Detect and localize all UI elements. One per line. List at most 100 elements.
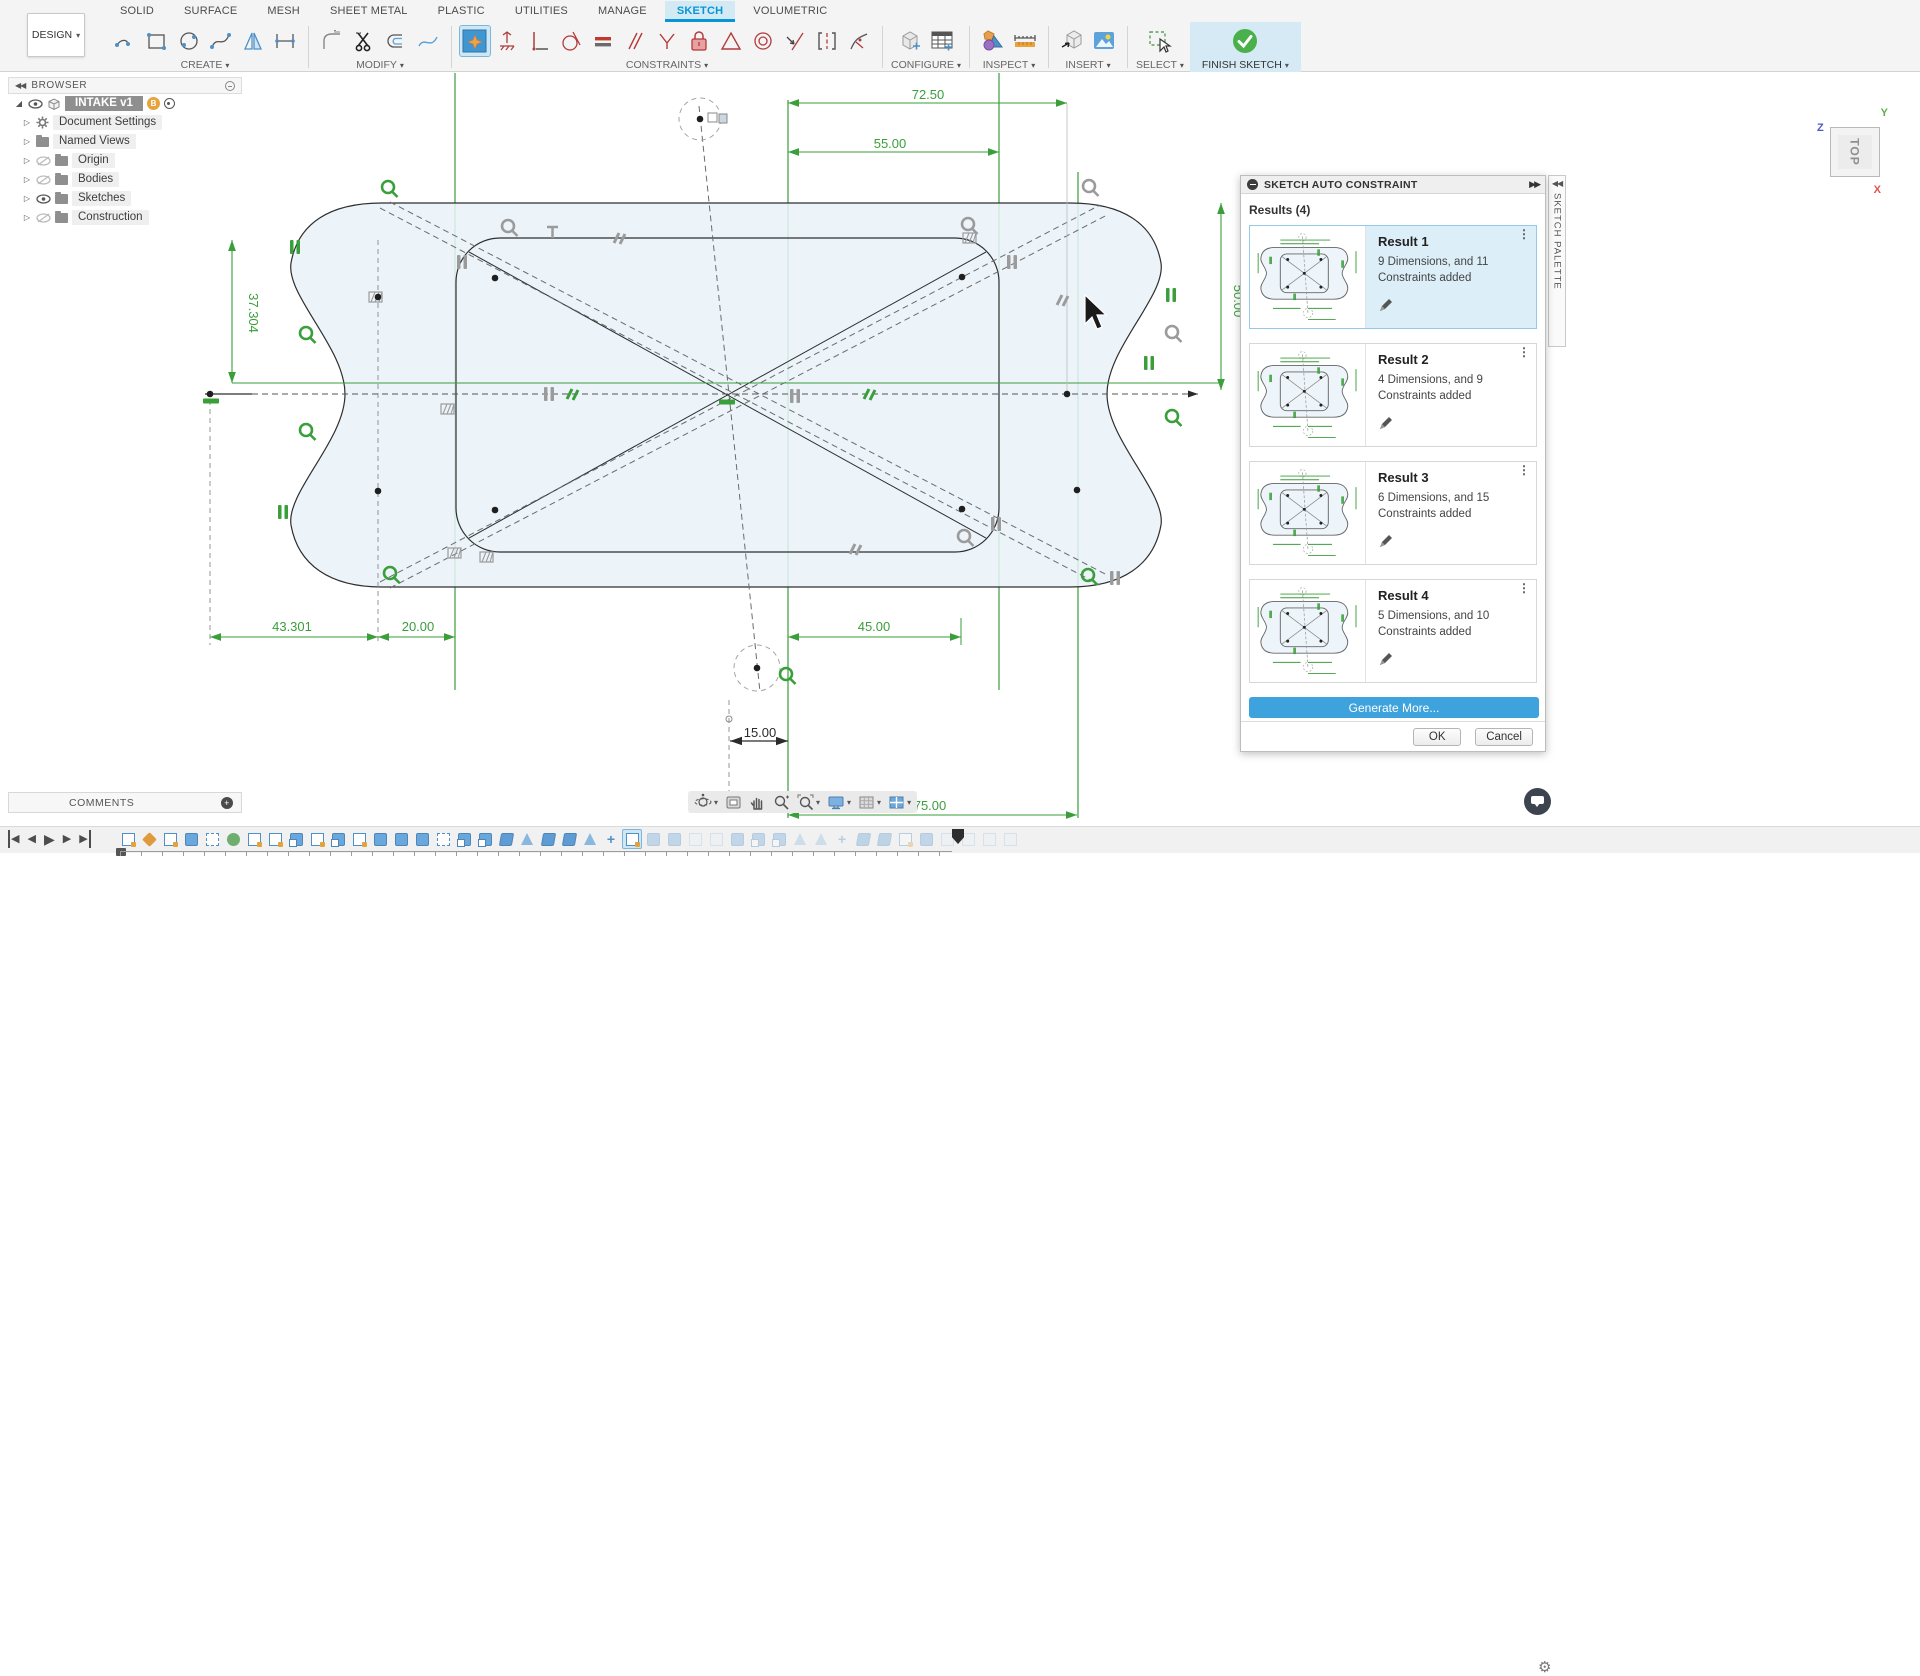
display-settings[interactable]: ▾ (827, 794, 851, 811)
timeline-feature-sketch[interactable] (244, 829, 264, 849)
grid-settings[interactable]: ▾ (858, 794, 881, 811)
constraints-dropdown[interactable]: CONSTRAINTS▾ (626, 59, 708, 71)
sketch-canvas[interactable]: 72.50 55.00 37.304 50.00 43.301 20.00 45… (0, 0, 1920, 1051)
result-card-3[interactable]: Result 3 ⋮ 6 Dimensions, and 15 Constrai… (1249, 461, 1537, 565)
eye-off-icon[interactable] (36, 175, 51, 185)
add-comment-icon[interactable]: + (221, 797, 233, 809)
timeline-gear-icon[interactable]: ⚙ (1538, 1658, 1551, 1676)
edit-pencil-icon[interactable] (1378, 533, 1394, 554)
help-chat-button[interactable] (1524, 788, 1551, 815)
timeline-feature-sketch[interactable] (895, 829, 915, 849)
timeline-feature-sketch[interactable] (307, 829, 327, 849)
timeline-feature-copy[interactable] (286, 829, 306, 849)
timeline-feature-sketch[interactable] (160, 829, 180, 849)
timeline-feature-doc[interactable] (1000, 829, 1020, 849)
skip-to-end-icon[interactable]: ▶ (79, 830, 90, 848)
fillet-tool-icon[interactable] (317, 26, 347, 56)
generate-more-button[interactable]: Generate More... (1249, 697, 1539, 718)
edit-pencil-icon[interactable] (1378, 297, 1394, 318)
viewports[interactable]: ▾ (888, 794, 911, 811)
activate-radio-icon[interactable] (164, 98, 175, 109)
timeline-feature-solid[interactable] (559, 829, 579, 849)
vertical-horizontal-constraint-icon[interactable] (524, 26, 554, 56)
timeline-feature-mirror[interactable] (517, 829, 537, 849)
insert-dropdown[interactable]: INSERT▾ (1065, 59, 1110, 71)
orbit-tool[interactable]: ▾ (694, 793, 718, 811)
ok-button[interactable]: OK (1413, 728, 1461, 746)
kebab-menu-icon[interactable]: ⋮ (1518, 586, 1528, 591)
kebab-menu-icon[interactable]: ⋮ (1518, 350, 1528, 355)
timeline-feature-copy[interactable] (454, 829, 474, 849)
tab-utilities[interactable]: UTILITIES (503, 1, 580, 22)
equal-constraint-icon[interactable] (588, 26, 618, 56)
result-card-1[interactable]: Result 1 ⋮ 9 Dimensions, and 11 Constrai… (1249, 225, 1537, 329)
timeline-feature-pattern[interactable] (433, 829, 453, 849)
kebab-menu-icon[interactable]: ⋮ (1518, 232, 1528, 237)
play-icon[interactable]: ▶ (44, 830, 55, 848)
timeline-feature-extrude[interactable] (370, 829, 390, 849)
timeline-feature-solid[interactable] (496, 829, 516, 849)
timeline-feature-sketch[interactable] (118, 829, 138, 849)
polygon-constraint-icon[interactable] (716, 26, 746, 56)
tab-sketch[interactable]: SKETCH (665, 1, 735, 22)
comments-bar[interactable]: COMMENTS + (8, 792, 242, 813)
skip-to-start-icon[interactable]: ◀ (8, 830, 19, 848)
expand-icon[interactable]: ▷ (22, 118, 32, 127)
timeline-feature-copy[interactable] (769, 829, 789, 849)
insert-derive-icon[interactable] (1057, 26, 1087, 56)
midpoint-constraint-icon[interactable] (780, 26, 810, 56)
configure-dropdown[interactable]: CONFIGURE▾ (891, 59, 961, 71)
edit-spline-icon[interactable] (413, 26, 443, 56)
browser-item-named-views[interactable]: ▷ Named Views (8, 132, 242, 151)
viewcube[interactable]: TOP Z Y X (1830, 127, 1880, 177)
ground-constraint-icon[interactable] (492, 26, 522, 56)
browser-item-sketches[interactable]: ▷ Sketches (8, 189, 242, 208)
step-back-icon[interactable]: ◀ (27, 830, 35, 848)
expand-icon[interactable]: ▷ (22, 194, 32, 203)
timeline-track[interactable] (120, 851, 952, 856)
eye-off-icon[interactable] (36, 156, 51, 166)
pan-tool[interactable] (749, 794, 766, 811)
spline-tool-icon[interactable] (206, 26, 236, 56)
timeline-feature-mirror[interactable] (790, 829, 810, 849)
dialog-collapse-icon[interactable] (1247, 179, 1258, 190)
timeline-feature-extrude[interactable] (391, 829, 411, 849)
timeline-feature-extrude[interactable] (664, 829, 684, 849)
timeline-feature-move[interactable]: + (601, 829, 621, 849)
browser-options-icon[interactable] (225, 81, 235, 91)
tab-solid[interactable]: SOLID (108, 1, 166, 22)
modify-dropdown[interactable]: MODIFY▾ (356, 59, 404, 71)
trim-scissors-icon[interactable] (349, 26, 379, 56)
browser-header[interactable]: ◀◀ BROWSER (8, 77, 242, 94)
expand-icon[interactable]: ▷ (22, 137, 32, 146)
configure-feature-icon[interactable] (895, 26, 925, 56)
timeline-feature-extrude[interactable] (181, 829, 201, 849)
timeline-feature-move[interactable]: + (832, 829, 852, 849)
symmetry-constraint-icon[interactable] (812, 26, 842, 56)
expand-icon[interactable]: ▷ (22, 156, 32, 165)
auto-constraint-tool-icon[interactable] (460, 26, 490, 56)
select-tool-icon[interactable] (1145, 26, 1175, 56)
concentric-constraint-icon[interactable] (748, 26, 778, 56)
curvature-constraint-icon[interactable] (844, 26, 874, 56)
fit-tool[interactable]: ▾ (797, 794, 820, 811)
create-dropdown[interactable]: CREATE▾ (181, 59, 230, 71)
line-tool-icon[interactable] (110, 26, 140, 56)
timeline-feature-extrude[interactable] (727, 829, 747, 849)
tab-plastic[interactable]: PLASTIC (426, 1, 497, 22)
cancel-button[interactable]: Cancel (1475, 728, 1533, 746)
timeline-feature-pattern[interactable] (202, 829, 222, 849)
edit-pencil-icon[interactable] (1378, 651, 1394, 672)
root-component-name[interactable]: INTAKE v1 (65, 96, 143, 111)
viewcube-face-label[interactable]: TOP (1848, 138, 1862, 165)
tab-mesh[interactable]: MESH (255, 1, 312, 22)
expand-icon[interactable]: ▷ (22, 213, 32, 222)
tab-sheet-metal[interactable]: SHEET METAL (318, 1, 420, 22)
timeline-feature-form[interactable] (139, 829, 159, 849)
tab-volumetric[interactable]: VOLUMETRIC (741, 1, 839, 22)
timeline-feature-form2[interactable] (223, 829, 243, 849)
timeline-feature-sketchedit[interactable] (622, 829, 642, 849)
timeline-feature-doc[interactable] (685, 829, 705, 849)
timeline-feature-extrude[interactable] (643, 829, 663, 849)
inspect-dropdown[interactable]: INSPECT▾ (983, 59, 1036, 71)
